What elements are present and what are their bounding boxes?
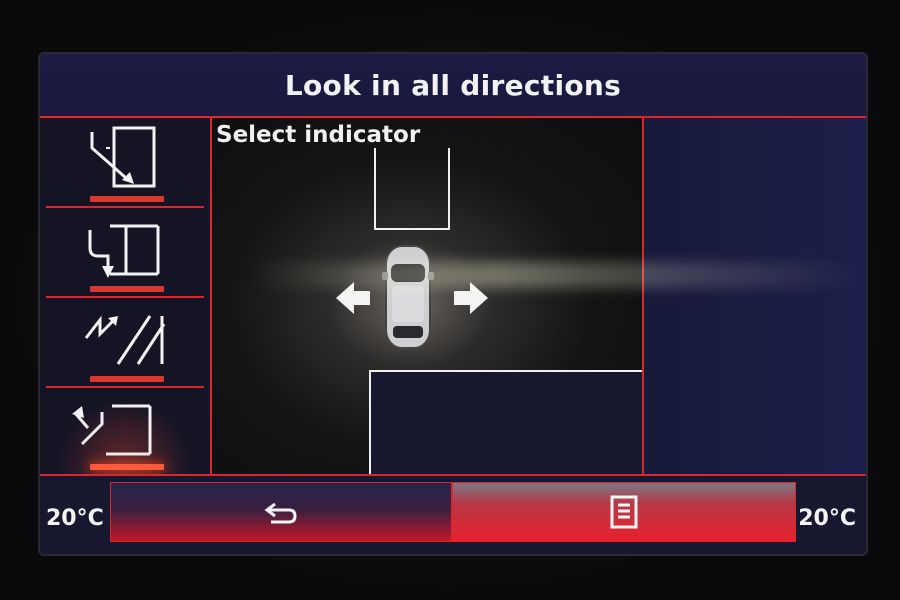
parallel-parking-icon [90, 126, 156, 188]
angled-parking-icon [84, 315, 166, 365]
car-top-view-icon [382, 245, 434, 349]
indicator-right-arrow-icon[interactable] [450, 280, 490, 316]
parking-slot-top [374, 148, 450, 230]
sidebar-item-exit-parking[interactable] [46, 388, 204, 474]
back-button[interactable] [110, 482, 452, 542]
parking-view-panel: Select indicator [212, 118, 866, 476]
sidebar-item-parallel-parking[interactable] [46, 118, 204, 208]
camera-view-panel [644, 118, 866, 474]
exit-parking-icon [72, 404, 152, 456]
perpendicular-parking-icon [88, 224, 160, 278]
infotainment-screen: Look in all directions Select indicator … [38, 52, 868, 556]
temperature-left: 20°C [46, 506, 104, 531]
instruction-text: Select indicator [216, 122, 421, 148]
parking-mode-sidebar [40, 118, 210, 474]
indicator-left-arrow-icon[interactable] [334, 280, 374, 316]
back-arrow-icon [264, 502, 297, 524]
list-menu-icon [610, 495, 638, 529]
header-bar: Look in all directions [40, 54, 866, 118]
page-title: Look in all directions [284, 68, 622, 102]
menu-button[interactable] [452, 482, 796, 542]
bottom-bar: 20°C 20°C [40, 476, 866, 554]
sidebar-item-angled-parking[interactable] [46, 298, 204, 388]
temperature-right: 20°C [798, 506, 856, 531]
sidebar-item-perpendicular-parking[interactable] [46, 208, 204, 298]
